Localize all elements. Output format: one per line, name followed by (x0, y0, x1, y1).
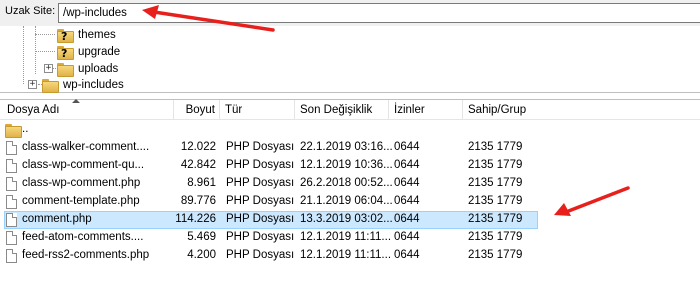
file-owner: 2135 1779 (468, 177, 523, 189)
php-file-icon (6, 159, 17, 173)
file-name: comment-template.php (22, 195, 140, 207)
remote-site-bar: Uzak Site: /wp-includes (0, 0, 700, 26)
file-owner: 2135 1779 (468, 249, 523, 261)
question-folder-icon: ? (57, 28, 74, 43)
file-type: PHP Dosyası (226, 213, 295, 225)
tree-guide-line (23, 26, 24, 84)
file-type: PHP Dosyası (226, 141, 295, 153)
file-size: 5.469 (187, 231, 216, 243)
annotation-arrow-icon (554, 186, 630, 216)
folder-icon (5, 124, 22, 138)
file-permissions: 0644 (394, 141, 420, 153)
file-modified: 12.1.2019 11:11... (300, 231, 392, 243)
tree-item-uploads[interactable]: uploads (57, 60, 118, 77)
file-owner: 2135 1779 (468, 159, 523, 171)
file-owner: 2135 1779 (468, 195, 523, 207)
tree-item-wp-includes[interactable]: wp-includes (42, 76, 124, 93)
file-owner: 2135 1779 (468, 231, 523, 243)
parent-directory-row[interactable]: .. (0, 121, 700, 139)
file-modified: 22.1.2019 03:16... (300, 141, 393, 153)
file-permissions: 0644 (394, 159, 420, 171)
remote-directory-tree: ? themes ? upgrade + uploads + wp-includ… (0, 26, 700, 93)
php-file-icon (6, 177, 17, 191)
folder-icon (57, 62, 74, 77)
php-file-icon (6, 249, 17, 263)
file-row[interactable]: class-walker-comment.... 12.022 PHP Dosyas… (0, 139, 700, 157)
tree-item-label: uploads (78, 62, 119, 75)
file-size: 12.022 (180, 141, 216, 153)
file-permissions: 0644 (394, 231, 420, 243)
file-owner: 2135 1779 (468, 141, 523, 153)
file-row[interactable]: class-wp-comment-qu... 42.842 PHP Dosyası 1… (0, 157, 700, 175)
file-modified: 26.2.2018 00:52... (300, 177, 393, 189)
file-name: feed-atom-comments.... (22, 231, 144, 243)
annotation-arrow-icon (142, 5, 275, 32)
php-file-icon (6, 195, 17, 209)
expand-wp-includes-button[interactable]: + (28, 80, 37, 89)
file-name: class-walker-comment.... (22, 141, 150, 153)
file-name: .. (22, 123, 29, 135)
file-row[interactable]: feed-atom-comments.... 5.469 PHP Dosyası 12… (0, 229, 700, 247)
file-name: class-wp-comment-qu... (22, 159, 145, 171)
column-header-size[interactable]: Boyut (174, 100, 220, 120)
file-type: PHP Dosyası (226, 249, 295, 261)
folder-icon (42, 78, 59, 93)
column-header-name[interactable]: Dosya Adı (0, 99, 174, 120)
file-permissions: 0644 (394, 213, 420, 225)
file-size: 4.200 (187, 249, 216, 261)
file-owner: 2135 1779 (468, 213, 523, 225)
tree-item-label: wp-includes (63, 78, 124, 91)
sort-ascending-icon (72, 99, 80, 103)
file-modified: 12.1.2019 11:11... (300, 249, 392, 261)
file-name: comment.php (22, 213, 92, 225)
file-modified: 12.1.2019 10:36... (300, 159, 393, 171)
remote-site-label: Uzak Site: (5, 5, 56, 17)
file-size: 89.776 (180, 195, 216, 207)
file-modified: 21.1.2019 06:04... (300, 195, 393, 207)
file-list-header: Dosya Adı Boyut Tür Son Değişiklik İzinl… (0, 99, 700, 120)
tree-item-label: themes (78, 28, 116, 41)
file-size: 42.842 (180, 159, 216, 171)
file-permissions: 0644 (394, 249, 420, 261)
column-header-type[interactable]: Tür (220, 100, 295, 120)
file-size: 8.961 (187, 177, 216, 189)
expand-uploads-button[interactable]: + (44, 64, 53, 73)
file-name: class-wp-comment.php (22, 177, 141, 189)
column-header-modified[interactable]: Son Değişiklik (295, 100, 389, 120)
php-file-icon (6, 141, 17, 155)
tree-guide-line (35, 51, 55, 52)
file-size: 114.226 (175, 213, 216, 225)
file-type: PHP Dosyası (226, 231, 295, 243)
file-name: feed-rss2-comments.php (22, 249, 150, 261)
file-permissions: 0644 (394, 195, 420, 207)
file-type: PHP Dosyası (226, 177, 295, 189)
tree-item-label: upgrade (78, 45, 121, 58)
file-row[interactable]: feed-rss2-comments.php 4.200 PHP Dosyası 12… (0, 247, 700, 265)
file-type: PHP Dosyası (226, 159, 295, 171)
remote-path-value: /wp-includes (63, 7, 127, 19)
question-folder-icon: ? (57, 45, 74, 60)
column-header-owner[interactable]: Sahip/Grup (463, 100, 700, 120)
php-file-icon (6, 213, 17, 227)
php-file-icon (6, 231, 17, 245)
file-type: PHP Dosyası (226, 195, 295, 207)
file-modified: 13.3.2019 03:02... (300, 213, 393, 225)
column-header-permissions[interactable]: İzinler (389, 100, 463, 120)
file-permissions: 0644 (394, 177, 420, 189)
tree-item-upgrade[interactable]: ? upgrade (57, 43, 120, 60)
tree-item-themes[interactable]: ? themes (57, 26, 116, 43)
tree-guide-line (35, 34, 55, 35)
